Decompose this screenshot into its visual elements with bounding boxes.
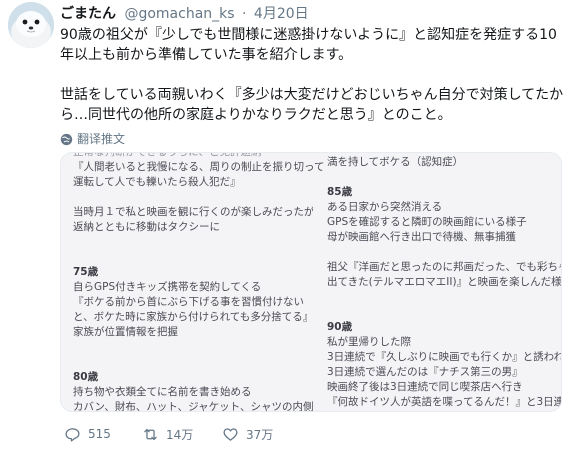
image-text-line: と、ボケた時に家族から付けられても多分捨てる』 (73, 311, 314, 323)
image-spacer (73, 355, 305, 370)
user-handle[interactable]: @gomachan_ks (124, 6, 234, 22)
reply-count: 515 (88, 427, 111, 441)
image-spacer (73, 190, 305, 205)
image-spacer (327, 245, 559, 260)
image-text-line: 祖父『洋画だと思ったのに邦画だった、でも彩ちゃん (327, 261, 562, 273)
image-text-line: 自らGPS付きキッズ携帯を契約してくる (73, 281, 262, 293)
image-text-line: 3日連続で『久しぶりに映画でも行くか』と誘われ (327, 351, 562, 363)
image-age-heading: 90歳 (327, 321, 353, 333)
image-text-line: 出てきた(テルマエロマエII)』と映画を楽しんだ様子 (327, 276, 562, 288)
image-spacer (73, 250, 305, 265)
image-spacer (327, 305, 559, 320)
tweet-header: ごまたん @gomachan_ks · 4月20日 (60, 4, 566, 24)
image-text-line: 返納とともに移動はタクシーに (73, 221, 220, 233)
tweet-text-line: 90歳の祖父が『少しでも世間様に迷惑掛けないように』と認知症を発症する10 (60, 27, 557, 43)
image-text-line: 正常な判断ができるうちに、と免許返納 (73, 152, 262, 158)
separator-dot: · (242, 6, 247, 22)
attached-image[interactable]: 正常な判断ができるうちに、と免許返納『人間老いると我慢になる、周りの制止を振り切… (60, 152, 562, 412)
tweet: ごまたん @gomachan_ks · 4月20日 90歳の祖父が『少しでも世間… (0, 0, 572, 449)
image-text-line: 『ボケる前から首にぶら下げる事を習慣付けない (73, 296, 304, 308)
tweet-date[interactable]: 4月20日 (254, 6, 309, 22)
image-text-line: GPSを確認すると隣町の映画館にいる様子 (327, 216, 527, 228)
image-text-line: ある日家から突然消える (327, 201, 443, 213)
globe-icon (60, 133, 73, 145)
translate-tweet-link[interactable]: 翻译推文 (60, 131, 566, 147)
image-spacer (327, 290, 559, 305)
retweet-count: 14万 (166, 427, 194, 442)
tweet-body: ごまたん @gomachan_ks · 4月20日 90歳の祖父が『少しでも世間… (60, 4, 566, 147)
like-count: 37万 (246, 427, 274, 442)
display-name[interactable]: ごまたん (60, 6, 116, 22)
like-button[interactable]: 37万 (222, 426, 302, 443)
translate-label: 翻译推文 (77, 132, 126, 146)
image-text-line: 家族が位置情報を把握 (73, 326, 178, 338)
reply-icon (65, 427, 80, 442)
image-spacer (327, 170, 559, 185)
reply-button[interactable]: 515 (64, 426, 142, 443)
retweet-icon (144, 428, 157, 440)
image-age-heading: 85歳 (327, 186, 353, 198)
image-text-line: 『何故ドイツ人が英語を喋ってるんだ！』と3日連続 (327, 396, 562, 408)
image-text-line: 映画終了後は3日連続で同じ喫茶店へ行き (327, 381, 523, 393)
image-text-line: 母が映画館へ行き出口で待機、無事捕獲 (327, 231, 516, 243)
tweet-text: 90歳の祖父が『少しでも世間様に迷惑掛けないように』と認知症を発症する10 年以… (60, 25, 566, 125)
image-right-column: 満を持してボケる（認知症） 85歳ある日家から突然消える GPSを確認すると隣町の映… (327, 155, 562, 411)
image-text-line: 運転して人でも轢いたら殺人犯だ』 (73, 176, 241, 188)
image-text-line: 『人間老いると我慢になる、周りの制止を振り切って (73, 161, 325, 173)
image-text-line: 持ち物や衣類全てに名前を書き始める (73, 386, 252, 398)
image-age-heading: 80歳 (73, 371, 99, 383)
image-spacer (73, 235, 305, 250)
image-text-line: 満を持してボケる（認知症） (327, 156, 464, 168)
image-text-line: 私が里帰りした際 (327, 336, 411, 348)
image-left-column: 正常な判断ができるうちに、と免許返納『人間老いると我慢になる、周りの制止を振り切… (73, 152, 325, 411)
tweet-actions: 515 14万 37万 (60, 424, 302, 444)
image-spacer (73, 340, 305, 355)
image-age-heading: 75歳 (73, 266, 99, 278)
image-text-line: 当時月１で私と映画を観に行くのが楽しみだったが (73, 206, 315, 218)
tweet-text-line: 年以上も前から準備していた事を紹介します。 (60, 47, 353, 63)
retweet-button[interactable]: 14万 (142, 426, 222, 443)
image-text-line: 3日連続で選んだのは『ナチス第三の男』 (327, 366, 523, 378)
avatar[interactable] (8, 2, 54, 48)
tweet-text-line: ら…同世代の他所の家庭よりかなりラクだと思う』とのこと。 (60, 107, 452, 123)
image-text-line: カバン、財布、ハット、ジャケット、シャツの内側 (73, 401, 314, 412)
tweet-text-line: 世話をしている両親いわく『多少は大変だけどおじいちゃん自分で対策してたか (60, 87, 564, 103)
heart-icon (223, 427, 238, 441)
seal-avatar-image (8, 2, 54, 48)
